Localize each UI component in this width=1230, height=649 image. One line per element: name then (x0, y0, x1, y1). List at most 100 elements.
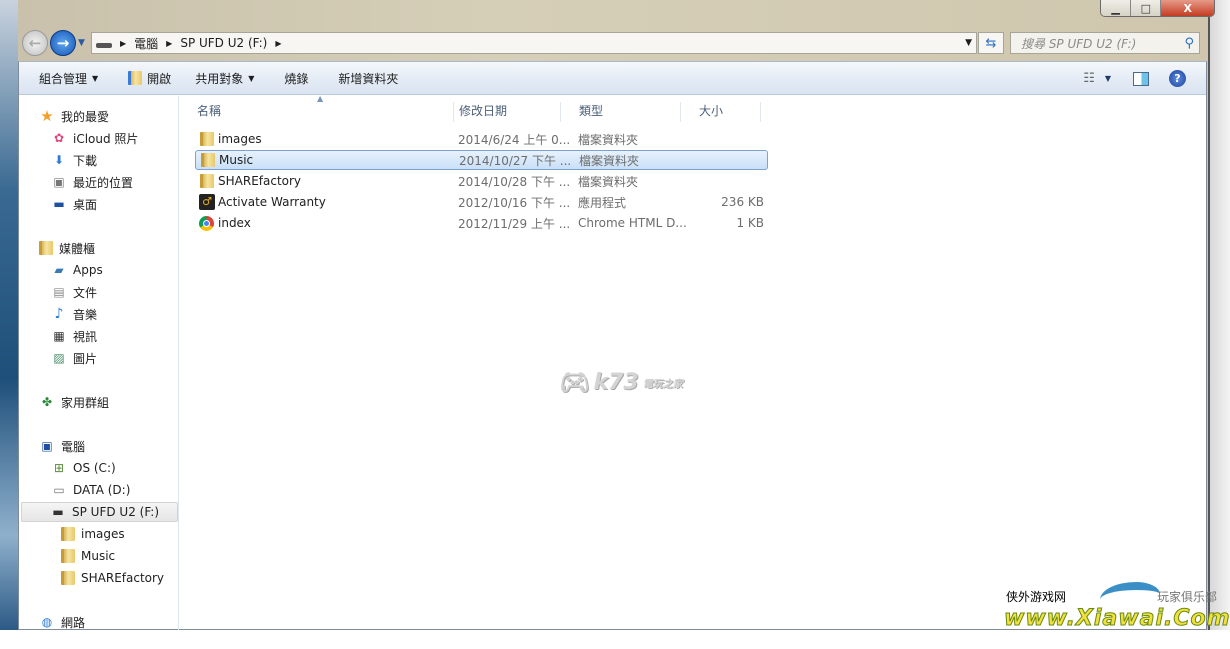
file-type: 應用程式 (578, 195, 627, 210)
nav-label: 媒體櫃 (59, 241, 96, 256)
nav-label: 視訊 (73, 329, 98, 344)
nav-label: SP UFD U2 (F:) (72, 505, 160, 519)
forward-arrow-icon: → (56, 34, 70, 52)
nav-folder-music[interactable]: Music (61, 546, 115, 566)
file-row[interactable]: ♂ Activate Warranty 2012/10/16 下午 ... 應用程式 2… (195, 192, 768, 212)
column-size[interactable]: 大小 (681, 102, 761, 122)
close-button[interactable]: X (1161, 0, 1214, 16)
nav-label: 文件 (73, 285, 98, 300)
breadcrumb-separator-icon[interactable]: ▶ (166, 39, 172, 48)
breadcrumb-separator-icon[interactable]: ▶ (275, 39, 281, 48)
address-history-dropdown[interactable]: ▼ (965, 38, 972, 48)
nav-folder-sharefactory[interactable]: SHAREfactory (61, 568, 164, 588)
nav-drive-c[interactable]: ⊞ OS (C:) (51, 458, 116, 478)
organize-button[interactable]: 組合管理 ▼ (39, 70, 98, 87)
back-button[interactable]: ← (22, 30, 48, 56)
nav-label: 下載 (73, 153, 98, 168)
libraries-icon (39, 241, 53, 255)
search-placeholder: 搜尋 SP UFD U2 (F:) (1021, 36, 1137, 51)
recent-pages-dropdown[interactable]: ▼ (78, 38, 85, 48)
downloads-icon: ⬇ (53, 153, 65, 167)
burn-button[interactable]: 燒錄 (284, 70, 308, 87)
back-arrow-icon: ← (28, 34, 42, 52)
navigation-pane: ★ 我的最愛 ✿ iCloud 照片 ⬇ 下載 ▣ 最近的位置 ▬ 桌面 媒體櫃 ▰ App… (19, 96, 179, 630)
share-button[interactable]: 共用對象 ▼ (195, 70, 254, 87)
nav-videos[interactable]: ▦ 視訊 (51, 326, 97, 346)
file-name: images (218, 132, 262, 146)
usb-drive-icon: ▬ (52, 505, 64, 519)
folder-icon (200, 174, 214, 188)
app-icon: ♂ (199, 194, 215, 210)
breadcrumb-computer[interactable]: 電腦 (134, 35, 158, 52)
file-row[interactable]: images 2014/6/24 上午 0... 檔案資料夾 (195, 129, 768, 149)
column-date-modified[interactable]: 修改日期 (441, 102, 561, 122)
drive-icon (96, 42, 112, 48)
minimize-button[interactable]: ▁ (1101, 0, 1132, 16)
search-input[interactable]: 搜尋 SP UFD U2 (F:) ⚲ (1010, 32, 1200, 54)
file-name: index (218, 216, 251, 230)
nav-desktop[interactable]: ▬ 桌面 (51, 194, 97, 214)
forward-button[interactable]: → (50, 30, 76, 56)
chrome-icon (199, 215, 214, 231)
nav-documents[interactable]: ▤ 文件 (51, 282, 97, 302)
k73-text: k73 (593, 369, 639, 395)
homegroup-icon: ✤ (41, 395, 53, 409)
document-icon: ▤ (53, 285, 65, 299)
open-button[interactable]: 開啟 (128, 70, 171, 87)
view-options-icon[interactable]: ☷ (1083, 71, 1095, 86)
nav-icloud-photos[interactable]: ✿ iCloud 照片 (51, 128, 138, 148)
breadcrumb-separator-icon[interactable]: ▶ (120, 39, 126, 48)
chevron-down-icon: ▼ (248, 73, 255, 83)
nav-label: 圖片 (73, 351, 98, 366)
column-name[interactable]: 名稱 (179, 102, 454, 122)
folder-icon (201, 153, 215, 167)
nav-apps[interactable]: ▰ Apps (51, 260, 102, 280)
file-row[interactable]: Music 2014/10/27 下午 ... 檔案資料夾 (195, 150, 768, 170)
address-bar[interactable]: ▶ 電腦 ▶ SP UFD U2 (F:) ▶ ▼ (91, 32, 977, 54)
computer-icon: ▣ (41, 439, 53, 453)
icloud-photos-icon: ✿ (53, 131, 65, 145)
nav-music[interactable]: ♪ 音樂 (51, 304, 97, 324)
nav-downloads[interactable]: ⬇ 下載 (51, 150, 97, 170)
nav-label: 音樂 (73, 307, 98, 322)
nav-homegroup[interactable]: ✤ 家用群組 (39, 392, 109, 412)
view-dropdown-icon[interactable]: ▼ (1105, 74, 1111, 83)
preview-pane-icon[interactable] (1133, 71, 1149, 86)
file-size: 236 KB (721, 195, 764, 209)
background-window-edge (1210, 0, 1230, 630)
open-label: 開啟 (147, 71, 172, 86)
help-icon[interactable]: ? (1169, 70, 1186, 87)
nav-pictures[interactable]: ▨ 圖片 (51, 348, 97, 368)
column-type[interactable]: 類型 (561, 102, 681, 122)
file-date: 2014/10/28 下午 ... (458, 174, 571, 189)
nav-label: 網路 (61, 615, 86, 630)
file-date: 2012/10/16 下午 ... (458, 195, 571, 210)
network-icon: ◍ (41, 615, 53, 629)
file-name: SHAREfactory (218, 174, 302, 188)
nav-label: 最近的位置 (73, 175, 134, 190)
open-folder-icon (128, 71, 143, 85)
share-label: 共用對象 (195, 71, 244, 86)
nav-label: 我的最愛 (61, 109, 110, 124)
nav-drive-f[interactable]: ▬ SP UFD U2 (F:) (21, 502, 178, 522)
nav-recent-places[interactable]: ▣ 最近的位置 (51, 172, 133, 192)
new-folder-button[interactable]: 新增資料夾 (338, 70, 398, 87)
nav-libraries[interactable]: 媒體櫃 (39, 238, 95, 258)
nav-favorites[interactable]: ★ 我的最愛 (39, 106, 109, 126)
nav-computer[interactable]: ▣ 電腦 (39, 436, 85, 456)
file-row[interactable]: index 2012/11/29 上午 ... Chrome HTML D... 1 … (195, 213, 768, 233)
maximize-button[interactable]: □ (1131, 0, 1162, 16)
search-icon[interactable]: ⚲ (1184, 36, 1194, 51)
nav-label: 家用群組 (61, 395, 110, 410)
nav-label: iCloud 照片 (73, 131, 139, 146)
folder-icon (61, 549, 75, 563)
nav-network[interactable]: ◍ 網路 (39, 612, 85, 632)
breadcrumb-drive[interactable]: SP UFD U2 (F:) (180, 36, 267, 50)
nav-drive-d[interactable]: ▭ DATA (D:) (51, 480, 130, 500)
hard-drive-icon: ▭ (53, 483, 65, 497)
nav-label: Music (81, 549, 116, 563)
nav-folder-images[interactable]: images (61, 524, 125, 544)
window-controls: ▁ □ X (1100, 0, 1215, 17)
refresh-button[interactable]: ⇆ (978, 32, 1004, 54)
file-row[interactable]: SHAREfactory 2014/10/28 下午 ... 檔案資料夾 (195, 171, 768, 191)
